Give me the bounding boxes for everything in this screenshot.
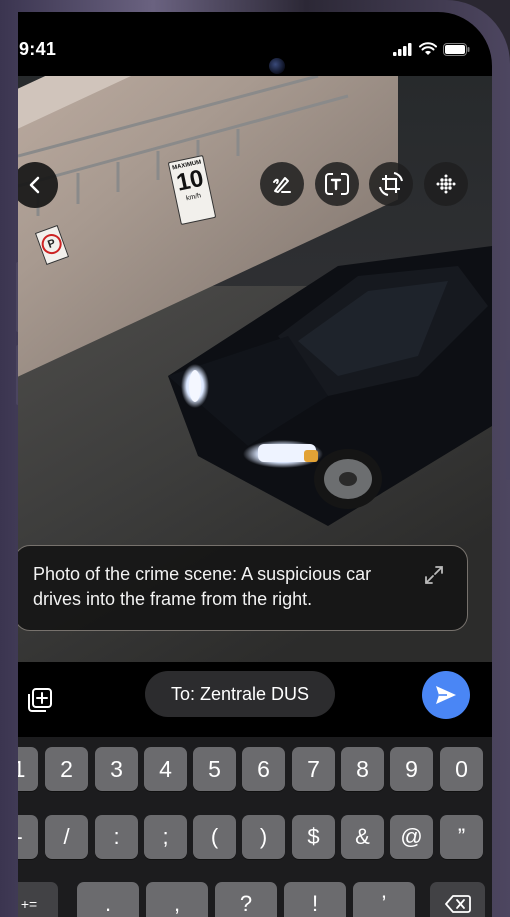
key-ampersand[interactable]: &	[341, 815, 384, 859]
wifi-icon	[419, 42, 437, 55]
key-colon[interactable]: :	[95, 815, 138, 859]
key-8[interactable]: 8	[341, 747, 384, 791]
key-hyphen[interactable]: -	[18, 815, 38, 859]
power-button	[506, 360, 510, 480]
key-question[interactable]: ?	[215, 882, 277, 917]
black-car	[168, 246, 492, 526]
key-apostrophe[interactable]: ’	[353, 882, 415, 917]
add-media-button[interactable]	[20, 680, 60, 720]
text-recognition-icon	[325, 173, 349, 195]
key-dollar[interactable]: $	[292, 815, 335, 859]
key-9[interactable]: 9	[390, 747, 433, 791]
battery-icon	[443, 42, 470, 56]
camera-icon	[269, 58, 285, 74]
key-comma[interactable]: ,	[146, 882, 208, 917]
rotate-crop-icon	[379, 172, 403, 196]
key-close-paren[interactable]: )	[242, 815, 285, 859]
markup-button[interactable]	[260, 162, 304, 206]
screen: 9:4 1 MAXIMUM 10 km/h P Photo of the crim…	[18, 12, 492, 917]
send-button[interactable]	[422, 671, 470, 719]
status-time: 9:41	[19, 39, 57, 59]
key-7[interactable]: 7	[292, 747, 335, 791]
status-bar: 9:41	[18, 12, 492, 85]
more-button[interactable]	[424, 162, 468, 206]
keyboard: 1 2 3 4 5 6 7 8 9 0 - / : ; ( ) $ & @ ” …	[18, 737, 492, 917]
send-icon	[436, 686, 456, 704]
text-recognition-button[interactable]	[315, 162, 359, 206]
add-media-icon	[28, 688, 52, 712]
more-dots-icon	[436, 174, 456, 194]
key-quote[interactable]: ”	[440, 815, 483, 859]
key-6[interactable]: 6	[242, 747, 285, 791]
markup-icon	[273, 177, 291, 193]
caption-text: Photo of the crime scene: A suspicious c…	[33, 564, 372, 609]
key-exclamation[interactable]: !	[284, 882, 346, 917]
key-delete[interactable]	[430, 882, 485, 917]
key-3[interactable]: 3	[95, 747, 138, 791]
back-icon	[29, 176, 40, 194]
key-4[interactable]: 4	[144, 747, 187, 791]
key-open-paren[interactable]: (	[193, 815, 236, 859]
key-at[interactable]: @	[390, 815, 433, 859]
caption-field[interactable]: Photo of the crime scene: A suspicious c…	[18, 545, 468, 631]
key-period[interactable]: .	[77, 882, 139, 917]
key-slash[interactable]: /	[45, 815, 88, 859]
key-2[interactable]: 2	[45, 747, 88, 791]
key-5[interactable]: 5	[193, 747, 236, 791]
key-semicolon[interactable]: ;	[144, 815, 187, 859]
recipient-pill[interactable]: To: Zentrale DUS	[145, 671, 335, 717]
key-1[interactable]: 1	[18, 747, 38, 791]
key-symbols-toggle[interactable]: +=	[18, 882, 58, 917]
delete-icon	[444, 895, 471, 913]
signal-icon	[393, 42, 412, 56]
status-icons	[393, 42, 470, 56]
rotate-crop-button[interactable]	[369, 162, 413, 206]
key-0[interactable]: 0	[440, 747, 483, 791]
expand-icon[interactable]	[423, 564, 445, 586]
no-parking-symbol: P	[38, 231, 65, 257]
